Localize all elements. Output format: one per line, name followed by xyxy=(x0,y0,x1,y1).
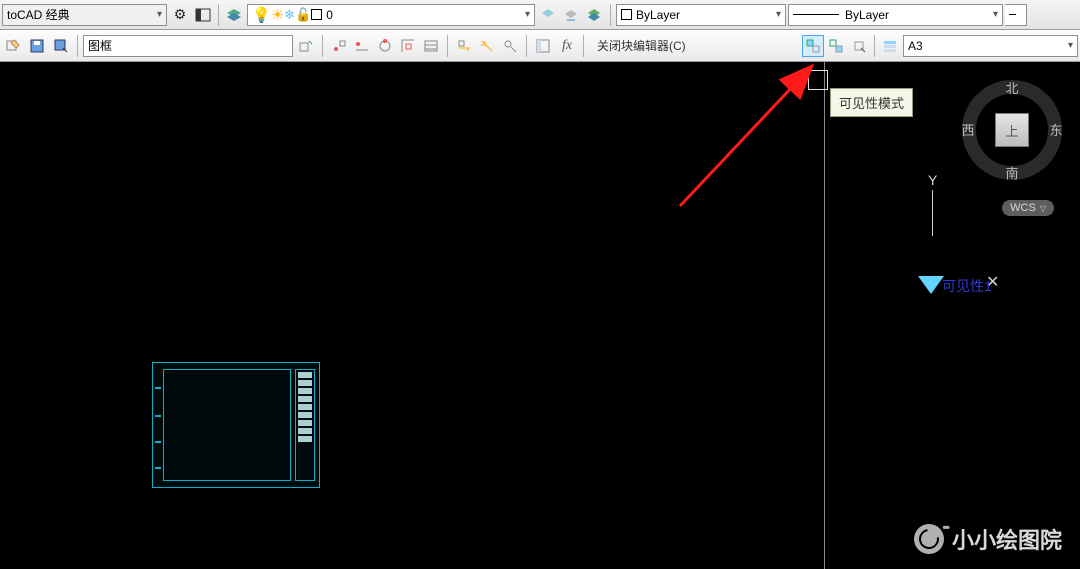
crosshair-pickbox xyxy=(808,70,828,90)
chevron-down-icon: ▾ xyxy=(157,9,162,20)
ucs-y-label: Y xyxy=(928,172,937,188)
toolbar-row-1: toCAD 经典 ▾ ⚙ 💡 ☀ ❄ 🔓 0 ▾ ByLayer ▾ ByLay… xyxy=(0,0,1080,30)
block-edit-icon[interactable] xyxy=(2,35,24,57)
separator xyxy=(322,35,323,57)
visibility-group xyxy=(802,35,901,57)
fx-button[interactable]: fx xyxy=(556,35,578,57)
visibility-state-selector[interactable]: A3 ▾ xyxy=(903,35,1078,57)
workspace-value: toCAD 经典 xyxy=(7,6,70,23)
chevron-down-icon: ▾ xyxy=(776,9,781,20)
block-test-icon[interactable] xyxy=(295,35,317,57)
block-name-input[interactable]: 图框 xyxy=(83,35,293,57)
visibility-mode-button[interactable] xyxy=(802,35,824,57)
linear-param-icon[interactable] xyxy=(351,35,373,57)
compass-east[interactable]: 东 xyxy=(1046,120,1066,139)
wcs-badge[interactable]: WCS ▽ xyxy=(1002,200,1054,216)
color-value: ByLayer xyxy=(636,8,680,22)
xy-param-icon[interactable] xyxy=(397,35,419,57)
polar-param-icon[interactable] xyxy=(374,35,396,57)
wechat-icon: ••• xyxy=(914,524,944,554)
attribute-def-icon[interactable] xyxy=(420,35,442,57)
action-group xyxy=(453,35,521,57)
drawing-frame-inner xyxy=(163,369,291,481)
block-save-icon[interactable] xyxy=(26,35,48,57)
ucs-y-axis xyxy=(932,190,933,236)
frame-tick xyxy=(155,441,161,443)
make-invisible-button[interactable] xyxy=(848,35,870,57)
separator xyxy=(610,4,611,26)
visibility-param-label: 可见性1 xyxy=(942,276,992,296)
tooltip-visibility-mode: 可见性模式 xyxy=(830,88,913,117)
layer-manager-icon[interactable] xyxy=(583,4,605,26)
frame-tick xyxy=(155,467,161,469)
compass-west[interactable]: 西 xyxy=(958,120,978,139)
lineweight-preview xyxy=(1009,14,1016,15)
tooltip-text: 可见性模式 xyxy=(839,96,904,111)
unlock-icon: 🔓 xyxy=(295,7,311,23)
color-selector[interactable]: ByLayer ▾ xyxy=(616,4,786,26)
chevron-down-icon: ▾ xyxy=(525,9,530,20)
lookup-action-icon[interactable] xyxy=(476,35,498,57)
close-block-editor-button[interactable]: 关闭块编辑器(C) xyxy=(589,37,694,54)
point-param-icon[interactable] xyxy=(328,35,350,57)
linetype-value: ByLayer xyxy=(845,8,889,22)
layer-tools-group xyxy=(537,4,605,26)
color-swatch xyxy=(621,9,632,20)
make-visible-button[interactable] xyxy=(825,35,847,57)
workspace-tools-group: ⚙ xyxy=(169,4,245,26)
block-name-value: 图框 xyxy=(88,37,112,54)
freeze-icon: ❄ xyxy=(284,7,295,23)
visibility-states-button[interactable] xyxy=(879,35,901,57)
separator xyxy=(583,35,584,57)
parameter-group xyxy=(328,35,442,57)
parameter-sets-icon[interactable] xyxy=(499,35,521,57)
drawing-frame-block[interactable] xyxy=(152,362,320,488)
block-saveas-icon[interactable] xyxy=(50,35,72,57)
linetype-preview xyxy=(793,14,839,15)
separator xyxy=(447,35,448,57)
view-cube-top[interactable]: 上 xyxy=(995,113,1029,147)
gear-icon[interactable]: ⚙ xyxy=(169,4,191,26)
separator xyxy=(218,4,219,26)
lightbulb-on-icon: 💡 xyxy=(252,6,271,24)
view-cube[interactable]: 北 南 西 东 上 xyxy=(962,80,1062,180)
watermark-text: 小小绘图院 xyxy=(952,523,1062,555)
workspace-selector[interactable]: toCAD 经典 ▾ xyxy=(2,4,167,26)
chevron-down-icon: ▾ xyxy=(993,9,998,20)
wcs-label: WCS xyxy=(1010,202,1036,214)
compass-north[interactable]: 北 xyxy=(1002,78,1022,97)
chevron-down-icon: ▽ xyxy=(1040,204,1046,213)
frame-tick xyxy=(155,387,161,389)
layer-states-icon[interactable] xyxy=(537,4,559,26)
move-action-icon[interactable] xyxy=(453,35,475,57)
authoring-palettes-icon[interactable] xyxy=(532,35,554,57)
layer-previous-icon[interactable] xyxy=(560,4,582,26)
workspace-panel-icon[interactable] xyxy=(192,4,214,26)
layer-stack-icon[interactable] xyxy=(223,4,245,26)
ucs-indicator: Y ✕ 可见性1 xyxy=(928,172,1008,322)
layer-color-swatch xyxy=(311,9,322,20)
lineweight-selector[interactable] xyxy=(1005,4,1027,26)
visibility-state-value: A3 xyxy=(908,39,923,53)
separator xyxy=(77,35,78,57)
frame-tick xyxy=(155,415,161,417)
annotation-arrow xyxy=(670,56,830,216)
layer-name: 0 xyxy=(326,8,333,22)
drawing-canvas[interactable]: 可见性模式 北 南 西 东 上 WCS ▽ Y ✕ 可见性1 xyxy=(0,62,1080,569)
visibility-grip-icon[interactable] xyxy=(918,276,944,294)
separator xyxy=(526,35,527,57)
crosshair-vertical xyxy=(824,62,825,569)
linetype-selector[interactable]: ByLayer ▾ xyxy=(788,4,1003,26)
title-block-column xyxy=(295,369,315,481)
watermark: ••• 小小绘图院 xyxy=(914,523,1062,555)
chevron-down-icon: ▾ xyxy=(1068,40,1073,51)
layer-selector[interactable]: 💡 ☀ ❄ 🔓 0 ▾ xyxy=(247,4,535,26)
block-editor-toolbar: 图框 fx 关闭块编辑器(C) A3 ▾ xyxy=(0,30,1080,62)
sun-icon: ☀ xyxy=(271,6,284,24)
separator xyxy=(874,35,875,57)
